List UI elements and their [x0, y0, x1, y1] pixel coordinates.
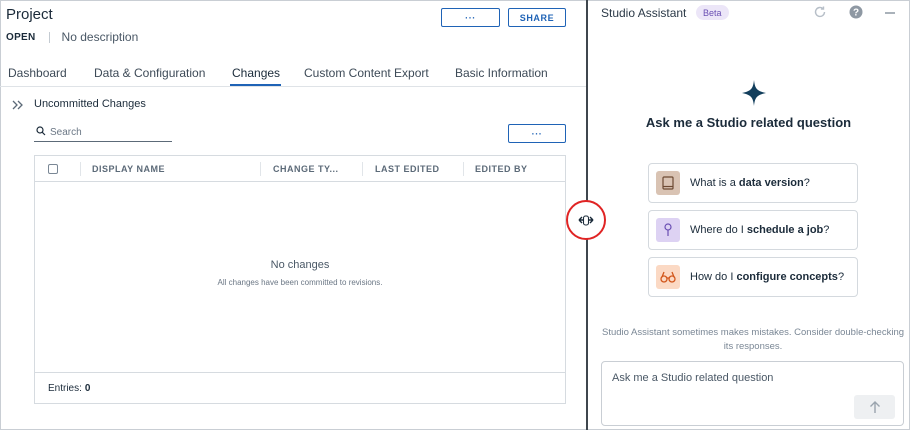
- binoculars-icon: [656, 265, 680, 289]
- column-divider: [80, 162, 81, 176]
- svg-text:?: ?: [853, 8, 859, 19]
- column-header-display-name[interactable]: DISPLAY NAME: [92, 156, 165, 182]
- tab-basic-information[interactable]: Basic Information: [455, 66, 548, 80]
- column-header-edited-by[interactable]: EDITED BY: [475, 156, 528, 182]
- suggestion-text: How do I configure concepts?: [690, 271, 845, 283]
- message-input[interactable]: [612, 372, 892, 384]
- empty-state-title: No changes: [270, 259, 330, 271]
- suggestion-data-version[interactable]: What is a data version?: [648, 163, 858, 203]
- sparkle-icon: [742, 80, 766, 111]
- refresh-icon[interactable]: [813, 5, 827, 24]
- tab-dashboard[interactable]: Dashboard: [8, 66, 67, 80]
- search-input[interactable]: [50, 126, 160, 138]
- table-header: DISPLAY NAME CHANGE TY... LAST EDITED ED…: [35, 156, 565, 182]
- section-title: Uncommitted Changes: [34, 98, 146, 110]
- suggestion-text: What is a data version?: [690, 177, 810, 189]
- pin-icon: [656, 218, 680, 242]
- select-all-checkbox[interactable]: [48, 164, 58, 174]
- column-divider[interactable]: [362, 162, 363, 176]
- table-footer: Entries: 0: [35, 372, 565, 403]
- tab-bar: Dashboard Data & Configuration Changes C…: [0, 62, 586, 87]
- tab-custom-content-export[interactable]: Custom Content Export: [304, 66, 429, 80]
- tab-changes[interactable]: Changes: [232, 66, 280, 80]
- project-title: Project: [6, 6, 53, 23]
- share-button[interactable]: SHARE: [508, 8, 566, 27]
- book-icon: [656, 171, 680, 195]
- project-more-button[interactable]: ···: [441, 8, 500, 27]
- assistant-title: Studio Assistant: [601, 6, 687, 20]
- column-divider[interactable]: [463, 162, 464, 176]
- tab-data-configuration[interactable]: Data & Configuration: [94, 66, 205, 80]
- status-label: OPEN: [6, 31, 36, 43]
- suggestion-configure-concepts[interactable]: How do I configure concepts?: [648, 257, 858, 297]
- entries-label: Entries:: [48, 382, 82, 394]
- active-tab-indicator: [230, 84, 281, 86]
- suggestion-text: Where do I schedule a job?: [690, 224, 830, 236]
- search-box: [34, 123, 172, 142]
- search-icon: [34, 123, 46, 141]
- assistant-disclaimer: Studio Assistant sometimes makes mistake…: [601, 327, 905, 352]
- arrow-up-icon: [869, 401, 880, 413]
- empty-state-subtitle: All changes have been committed to revis…: [217, 278, 383, 287]
- project-status-row: OPEN No description: [6, 30, 138, 44]
- assistant-panel: Studio Assistant Beta ? Ask me a Studio …: [588, 0, 909, 430]
- message-composer: [601, 361, 904, 426]
- column-header-change-type[interactable]: CHANGE TY...: [273, 156, 339, 182]
- minimize-icon[interactable]: [884, 6, 896, 24]
- help-icon[interactable]: ?: [849, 5, 863, 24]
- suggestion-schedule-job[interactable]: Where do I schedule a job?: [648, 210, 858, 250]
- status-separator: [48, 31, 50, 43]
- send-button[interactable]: [854, 395, 895, 419]
- expand-chevron-icon[interactable]: [12, 99, 24, 114]
- table-more-button[interactable]: ···: [508, 124, 566, 143]
- beta-badge: Beta: [696, 5, 729, 20]
- project-description[interactable]: No description: [62, 30, 139, 44]
- entries-count: 0: [84, 382, 91, 394]
- column-header-last-edited[interactable]: LAST EDITED: [375, 156, 440, 182]
- project-panel: Project OPEN No description ··· SHARE Da…: [0, 0, 586, 430]
- assistant-heading: Ask me a Studio related question: [645, 115, 852, 130]
- changes-table: DISPLAY NAME CHANGE TY... LAST EDITED ED…: [34, 155, 566, 404]
- column-divider[interactable]: [260, 162, 261, 176]
